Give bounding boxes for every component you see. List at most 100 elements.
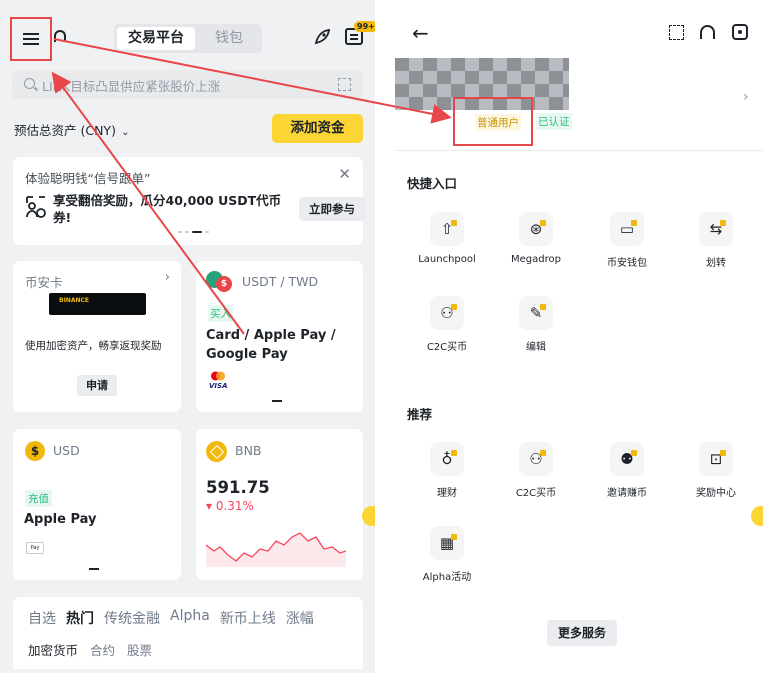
- usd-label: USD: [53, 443, 80, 458]
- apple-pay-icon: Pay: [26, 542, 44, 554]
- shortcut-item[interactable]: ⊡ 奖励中心: [676, 442, 756, 499]
- rocket-campaign-icon[interactable]: [312, 27, 332, 47]
- bnb-change: ▾ 0.31%: [206, 499, 254, 513]
- shortcut-item[interactable]: ♁ 理财: [407, 442, 487, 499]
- estimated-assets-selector[interactable]: 预估总资产 (CNY) ⌄: [14, 120, 130, 139]
- binance-card-image: BINANCE: [49, 293, 146, 315]
- chevron-right-icon[interactable]: ›: [743, 89, 749, 105]
- right-screen-profile-menu: ← › 普通用户 已认证 快捷入口 ⇧ Launchpool ⊛ Megadrop ▭ 币…: [380, 0, 763, 673]
- carousel-dots: [178, 231, 209, 233]
- more-services-button[interactable]: 更多服务: [547, 620, 617, 646]
- finance-bag-icon: ♁: [430, 442, 464, 476]
- promo-body: 享受翻倍奖励，瓜分40,000 USDT代币券!: [53, 193, 282, 225]
- pager-indicator: [89, 568, 99, 570]
- shortcut-label: 邀请赚币: [607, 488, 647, 499]
- market-tabs: 自选 热门 传统金融 Alpha 新币上线 涨幅: [28, 608, 314, 628]
- shortcut-label: 编辑: [526, 342, 546, 353]
- shortcut-label: Megadrop: [511, 254, 561, 265]
- shortcut-item[interactable]: ▦ Alpha活动: [407, 526, 487, 583]
- rocket-icon: ⇧: [430, 212, 464, 246]
- hamburger-icon: [23, 33, 39, 45]
- tab-wallet[interactable]: 钱包: [204, 27, 254, 50]
- apple-pay-label: Apple Pay: [24, 512, 97, 527]
- market-tab[interactable]: 涨幅: [286, 608, 314, 628]
- transfer-icon: ⇆: [699, 212, 733, 246]
- alpha-calendar-icon: ▦: [430, 526, 464, 560]
- scan-icon[interactable]: [669, 25, 684, 40]
- shortcut-item[interactable]: ⇧ Launchpool: [407, 212, 487, 265]
- promo-banner[interactable]: 体验聪明钱“信号跟单” ✕ 享受翻倍奖励，瓜分40,000 USDT代币券! 立…: [13, 157, 365, 245]
- shortcut-label: 币安钱包: [607, 258, 647, 269]
- headset-icon[interactable]: [700, 25, 715, 39]
- tab-exchange[interactable]: 交易平台: [117, 27, 195, 50]
- back-arrow-icon[interactable]: ←: [412, 21, 429, 45]
- shortcut-label: 理财: [437, 488, 457, 499]
- search-icon: [24, 78, 35, 89]
- mastercard-icon: [211, 371, 225, 381]
- bnb-price-widget[interactable]: BNB 591.75 ▾ 0.31%: [196, 429, 363, 580]
- market-tab[interactable]: Alpha: [170, 608, 210, 628]
- estimated-assets-label: 预估总资产 (CNY): [14, 123, 116, 138]
- shortcut-item[interactable]: ⚇ C2C买币: [407, 296, 487, 353]
- shortcut-label: C2C买币: [515, 488, 557, 499]
- copy-trade-icon: [26, 196, 46, 218]
- search-bar[interactable]: LINK目标凸显供应紧张股价上涨: [12, 70, 363, 99]
- notification-badge: 99+: [354, 21, 375, 32]
- shortcut-item[interactable]: ⇆ 划转: [676, 212, 756, 269]
- market-subtab[interactable]: 加密货币: [28, 640, 78, 659]
- menu-button-highlighted[interactable]: [10, 17, 52, 61]
- shortcut-item[interactable]: ⚇ C2C买币: [496, 442, 576, 499]
- apply-button[interactable]: 申请: [77, 375, 117, 396]
- shortcut-label: Launchpool: [418, 254, 476, 265]
- market-subtab[interactable]: 股票: [127, 640, 152, 659]
- market-tab[interactable]: 自选: [28, 608, 56, 628]
- market-subtab[interactable]: 合约: [90, 640, 115, 659]
- recommended-title: 推荐: [407, 407, 433, 422]
- shortcut-label: 奖励中心: [696, 488, 736, 499]
- market-tabs-panel: 自选 热门 传统金融 Alpha 新币上线 涨幅 加密货币 合约 股票: [13, 597, 363, 669]
- usd-coin-icon: $: [25, 441, 45, 461]
- edit-icon: ✎: [519, 296, 553, 330]
- floating-assistant-tab[interactable]: [751, 506, 763, 526]
- usdt-twd-pair: USDT / TWD: [242, 274, 319, 289]
- twd-coin-icon: $: [216, 276, 232, 292]
- shortcut-item[interactable]: ▭ 币安钱包: [587, 212, 667, 269]
- binance-card-desc: 使用加密资产，畅享返现奖励: [25, 340, 162, 352]
- shortcut-item[interactable]: ✎ 编辑: [496, 296, 576, 353]
- quick-access-title: 快捷入口: [407, 176, 458, 191]
- wallet-icon: ▭: [610, 212, 644, 246]
- add-funds-button[interactable]: 添加资金: [272, 114, 363, 143]
- close-icon[interactable]: ✕: [338, 165, 351, 183]
- deposit-usd-widget[interactable]: $ USD 充值 Apple Pay Pay: [13, 429, 181, 580]
- binance-card-widget[interactable]: 币安卡 › BINANCE 使用加密资产，畅享返现奖励 申请: [13, 261, 181, 412]
- search-placeholder: LINK目标凸显供应紧张股价上涨: [42, 79, 221, 94]
- binance-card-wordmark: BINANCE: [59, 297, 89, 304]
- buy-usdt-widget[interactable]: $ USDT / TWD 买入 Card / Apple Pay / Googl…: [196, 261, 363, 412]
- scan-icon[interactable]: [338, 78, 351, 91]
- floating-assistant-tab[interactable]: [362, 506, 375, 526]
- shortcut-item[interactable]: ⊛ Megadrop: [496, 212, 576, 265]
- binance-card-title: 币安卡: [25, 275, 63, 290]
- market-subtabs: 加密货币 合约 股票: [28, 640, 152, 659]
- bnb-label: BNB: [235, 443, 262, 458]
- chevron-right-icon: ›: [164, 270, 170, 285]
- shortcut-label: Alpha活动: [422, 572, 472, 583]
- headset-icon[interactable]: [54, 30, 66, 42]
- settings-icon[interactable]: [732, 24, 748, 40]
- market-tab[interactable]: 新币上线: [220, 608, 276, 628]
- platform-segment-control: 交易平台 钱包: [114, 24, 262, 53]
- invite-icon: ⚉: [610, 442, 644, 476]
- verified-badge: 已认证: [536, 113, 572, 130]
- chevron-down-icon: ⌄: [117, 127, 130, 138]
- c2c-icon: ⚇: [519, 442, 553, 476]
- market-tab[interactable]: 热门: [66, 608, 94, 628]
- payment-methods: Card / Apple Pay / Google Pay: [206, 328, 336, 362]
- sparkline-chart: [206, 532, 346, 567]
- market-tab[interactable]: 传统金融: [104, 608, 160, 628]
- shortcut-item[interactable]: ⚉ 邀请赚币: [587, 442, 667, 499]
- shortcut-label: C2C买币: [426, 342, 468, 353]
- promo-title: 体验聪明钱“信号跟单”: [25, 171, 151, 186]
- join-now-button[interactable]: 立即参与: [299, 197, 365, 221]
- left-screen-trading-home: 交易平台 钱包 99+ LINK目标凸显供应紧张股价上涨 预估总资产 (CNY)…: [0, 0, 375, 673]
- top-bar: 交易平台 钱包 99+: [0, 0, 375, 66]
